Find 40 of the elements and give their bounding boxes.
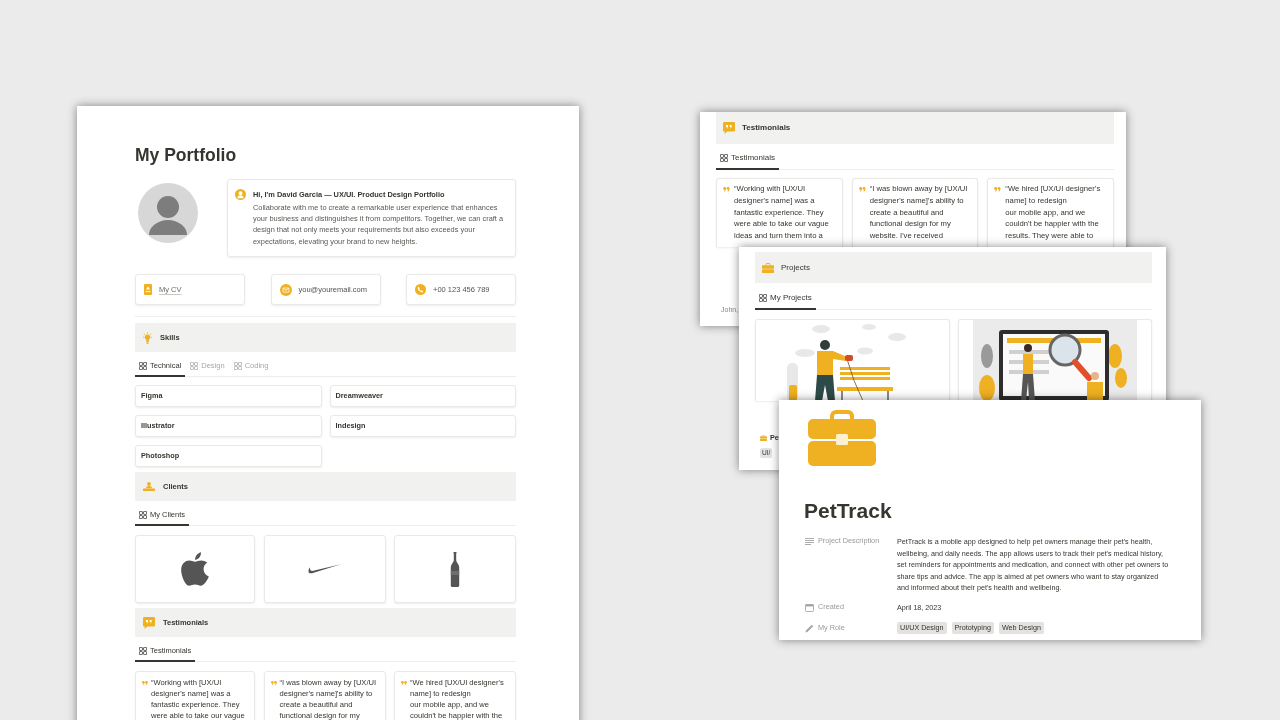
quote-icon — [270, 681, 277, 686]
tab[interactable]: Testimonials — [716, 144, 779, 170]
quote-icon — [994, 186, 1002, 192]
briefcase-icon — [762, 262, 774, 273]
bottle-icon — [450, 551, 460, 587]
section-title: Testimonials — [742, 122, 791, 134]
client-card[interactable] — [394, 535, 516, 603]
client-card[interactable] — [135, 535, 255, 603]
envelope-icon — [279, 283, 292, 296]
grid-icon — [190, 361, 199, 370]
calendar-icon — [805, 603, 814, 612]
grid-icon — [139, 361, 147, 370]
grid-icon — [139, 510, 147, 519]
text-lines-icon — [805, 538, 814, 546]
quote-icon — [858, 186, 866, 192]
avatar-icon — [138, 183, 198, 243]
pencil-icon — [805, 623, 814, 633]
project-card[interactable] — [957, 319, 1152, 401]
document-icon — [144, 284, 152, 295]
lightbulb-icon — [143, 331, 152, 344]
phone-icon — [415, 284, 426, 295]
grid-icon — [759, 294, 767, 302]
person-icon — [235, 189, 246, 200]
speech-bubble-icon — [723, 122, 735, 134]
briefcase-icon — [760, 435, 767, 441]
quote-icon — [401, 681, 407, 686]
person-desk-icon — [143, 482, 155, 491]
briefcase-icon — [808, 410, 876, 466]
quote-icon — [723, 186, 730, 192]
grid-icon — [139, 646, 147, 655]
grid-icon — [233, 361, 242, 370]
page-title: My Portfolio — [135, 144, 237, 166]
project-card[interactable] — [755, 319, 950, 401]
speech-bubble-icon — [143, 616, 155, 629]
apple-icon — [181, 552, 209, 586]
quote-icon — [142, 681, 148, 686]
tab[interactable]: My Projects — [755, 283, 816, 310]
project-title: PetTrack — [804, 498, 892, 524]
grid-icon — [720, 154, 728, 162]
section-title: Projects — [781, 261, 810, 274]
